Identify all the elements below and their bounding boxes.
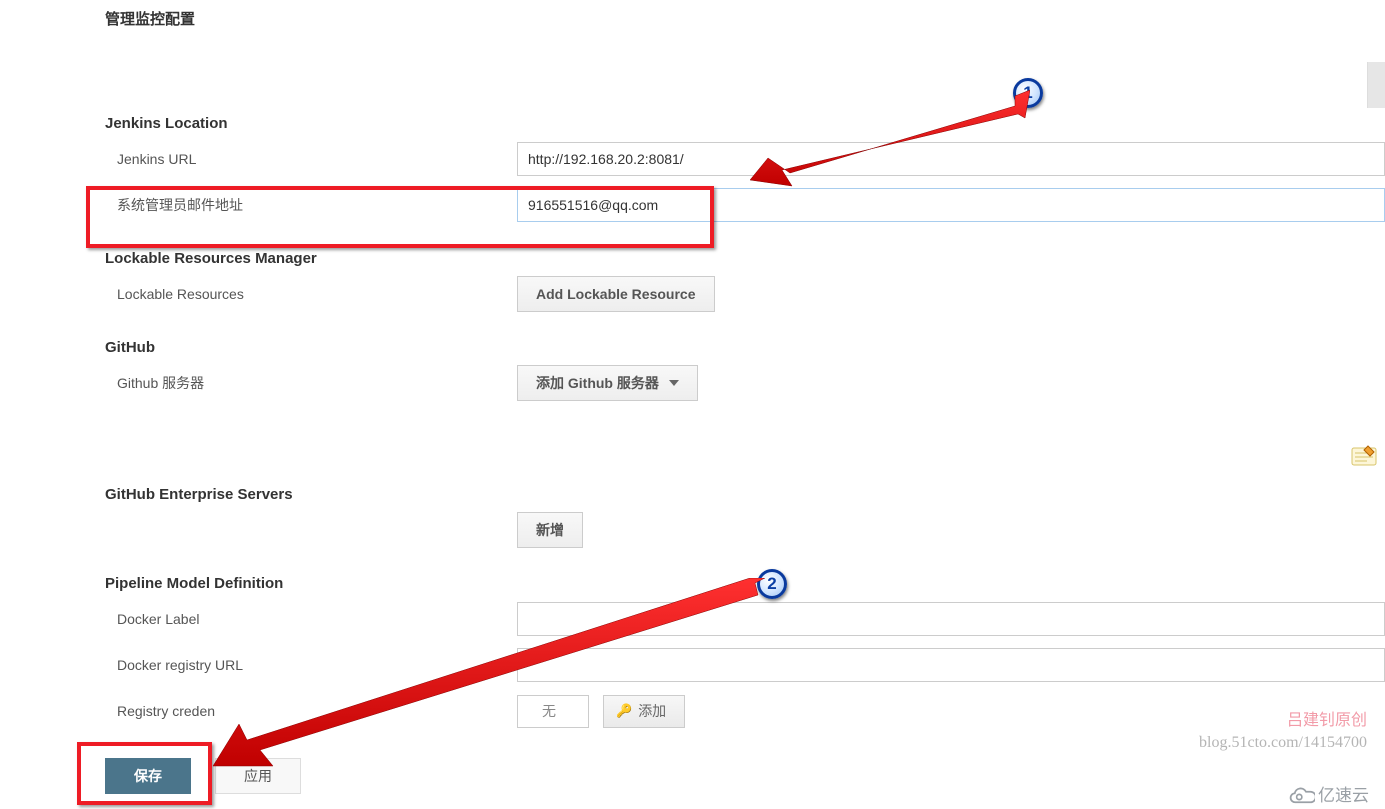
row-registry-cred: Registry creden 无 🔑 添加 — [105, 688, 1385, 734]
label-docker-label: Docker Label — [117, 611, 517, 627]
input-admin-email[interactable] — [517, 188, 1385, 222]
bottom-action-bar: 保存 应用 — [105, 758, 301, 794]
watermark-brand: 亿速云 — [1285, 781, 1369, 806]
section-github-title: GitHub — [105, 339, 1385, 356]
add-registry-cred-button[interactable]: 🔑 添加 — [603, 695, 685, 728]
notepad-icon[interactable] — [1351, 444, 1377, 466]
row-jenkins-url: Jenkins URL — [105, 136, 1385, 182]
annotation-balloon-1: 1 — [1013, 78, 1043, 108]
add-github-server-button[interactable]: 添加 Github 服务器 — [517, 365, 698, 401]
row-docker-registry: Docker registry URL — [105, 642, 1385, 688]
chevron-down-icon — [669, 380, 679, 386]
select-registry-cred-value: 无 — [542, 701, 556, 721]
add-github-server-label: 添加 Github 服务器 — [536, 373, 659, 393]
add-enterprise-server-button[interactable]: 新增 — [517, 512, 583, 548]
row-docker-label: Docker Label — [105, 596, 1385, 642]
watermark-brand-text: 亿速云 — [1318, 781, 1369, 806]
row-lockable: Lockable Resources Add Lockable Resource — [105, 271, 1385, 317]
input-jenkins-url[interactable] — [517, 142, 1385, 176]
input-docker-registry[interactable] — [517, 648, 1385, 682]
watermark-line1: 吕建钊原创 — [1199, 710, 1367, 732]
row-admin-email: 系统管理员邮件地址 — [105, 182, 1385, 228]
watermark-line2: blog.51cto.com/14154700 — [1199, 732, 1367, 754]
row-github-server: Github 服务器 添加 Github 服务器 — [105, 360, 1385, 406]
key-icon: 🔑 — [616, 703, 632, 719]
section-pipeline-title: Pipeline Model Definition — [105, 575, 1385, 592]
label-jenkins-url: Jenkins URL — [117, 151, 517, 167]
add-registry-cred-label: 添加 — [638, 701, 666, 721]
label-github-server: Github 服务器 — [117, 373, 517, 393]
select-registry-cred[interactable]: 无 — [517, 695, 589, 728]
label-admin-email: 系统管理员邮件地址 — [117, 195, 517, 215]
add-lockable-resource-button[interactable]: Add Lockable Resource — [517, 276, 715, 312]
input-docker-label[interactable] — [517, 602, 1385, 636]
section-lockable-title: Lockable Resources Manager — [105, 250, 1385, 267]
annotation-balloon-2: 2 — [757, 569, 787, 599]
label-docker-registry: Docker registry URL — [117, 657, 517, 673]
label-registry-cred: Registry creden — [117, 703, 517, 719]
scrollbar-stub[interactable] — [1367, 62, 1385, 108]
label-lockable: Lockable Resources — [117, 286, 517, 302]
apply-button[interactable]: 应用 — [215, 758, 301, 794]
section-github-enterprise-title: GitHub Enterprise Servers — [105, 486, 1385, 503]
watermark-author: 吕建钊原创 blog.51cto.com/14154700 — [1199, 710, 1367, 755]
section-jenkins-location-title: Jenkins Location — [105, 115, 1385, 132]
save-button[interactable]: 保存 — [105, 758, 191, 794]
row-github-enterprise: 新增 — [105, 507, 1385, 553]
section-monitor-title: 管理监控配置 — [105, 8, 1385, 29]
